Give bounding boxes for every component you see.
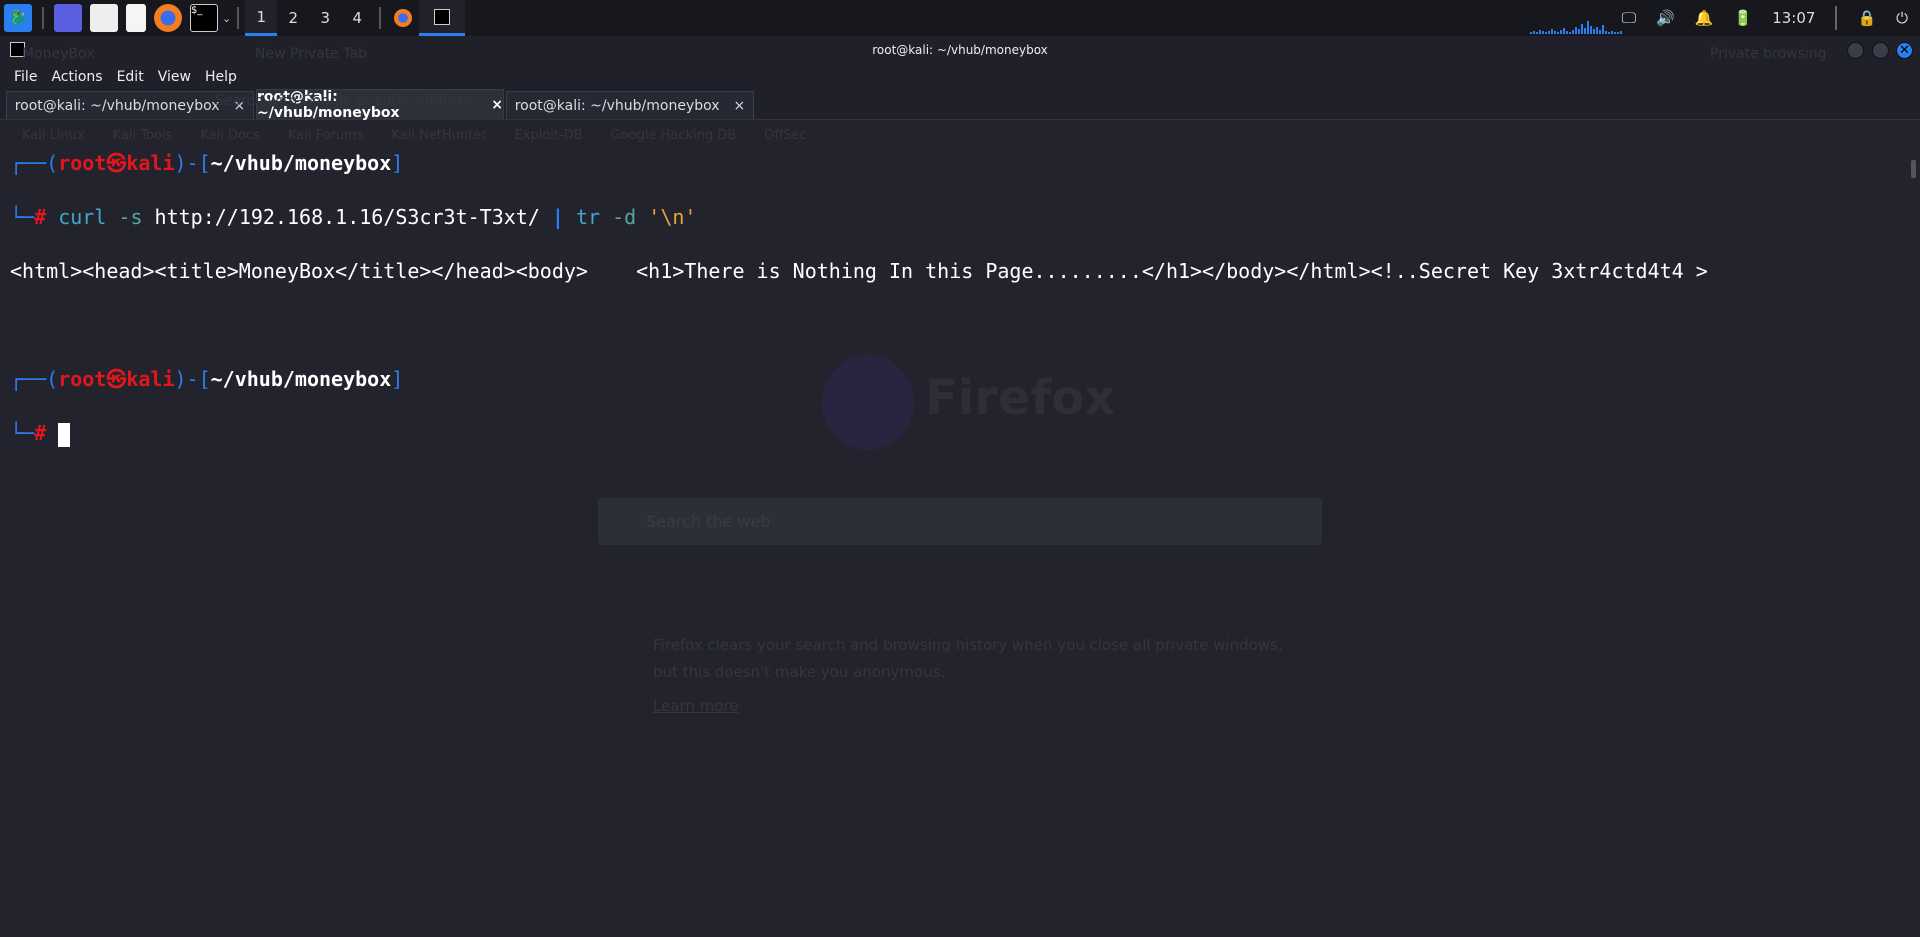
terminal-icon[interactable]: $_	[190, 4, 218, 32]
prompt-frame: )-[	[174, 151, 211, 175]
prompt-frame: )-[	[174, 367, 211, 391]
close-button[interactable]: ✕	[1896, 42, 1913, 59]
divider	[42, 7, 44, 29]
prompt-path: ~/vhub/moneybox	[210, 367, 392, 391]
divider	[237, 7, 240, 29]
prompt-at: ㉿	[106, 151, 127, 175]
prompt-frame: ┌──(	[10, 367, 59, 391]
prompt-host: kali	[126, 151, 175, 175]
prompt-user: root	[58, 151, 107, 175]
minimize-button[interactable]	[1847, 42, 1864, 59]
tab-label: root@kali: ~/vhub/moneybox	[14, 97, 220, 114]
bookmark: Google Hacking DB	[610, 128, 737, 143]
bookmark: Kali Docs	[200, 128, 260, 143]
ghost-private-label: Private browsing	[1710, 46, 1827, 62]
notification-bell-icon[interactable]: 🔔	[1695, 9, 1714, 27]
task-firefox[interactable]	[387, 0, 419, 36]
command-arg: '\n'	[648, 205, 697, 229]
prompt-path: ~/vhub/moneybox	[210, 151, 392, 175]
ghost-learn-more: Learn more	[653, 697, 739, 715]
close-icon[interactable]: ×	[491, 97, 503, 113]
ghost-search-box: Search the web	[598, 498, 1322, 545]
prompt-frame: └─	[10, 205, 35, 229]
prompt-frame: ]	[391, 151, 404, 175]
command-line: └─# curl -s http://192.168.1.16/S3cr3t-T…	[10, 204, 1708, 231]
ghost-address: Search with Google or enter address	[215, 93, 472, 109]
menu-actions[interactable]: Actions	[51, 69, 102, 85]
menu-file[interactable]: File	[14, 69, 37, 85]
lock-icon[interactable]: 🔒	[1857, 9, 1876, 27]
clock[interactable]: 13:07	[1772, 9, 1815, 27]
close-icon[interactable]: ×	[734, 98, 746, 114]
tab-3[interactable]: root@kali: ~/vhub/moneybox ×	[506, 91, 754, 119]
command-output: <html><head><title>MoneyBox</title></hea…	[10, 259, 1708, 283]
terminal-output[interactable]: ┌──(root㉿kali)-[~/vhub/moneybox] └─# cur…	[10, 150, 1708, 447]
prompt-line: ┌──(root㉿kali)-[~/vhub/moneybox]	[10, 150, 1708, 177]
input-line[interactable]: └─#	[10, 420, 1708, 447]
scrollbar[interactable]	[1911, 160, 1916, 178]
bookmark: Kali Tools	[112, 128, 173, 143]
prompt-host: kali	[126, 367, 175, 391]
tab-label: root@kali: ~/vhub/moneybox	[514, 97, 720, 114]
file-manager-icon[interactable]	[90, 4, 118, 32]
command-url: http://192.168.1.16/S3cr3t-T3xt/	[154, 205, 540, 229]
prompt-hash: #	[34, 205, 47, 229]
maximize-button[interactable]	[1872, 42, 1889, 59]
ghost-private-notice: Firefox clears your search and browsing …	[653, 636, 1283, 681]
firefox-icon	[394, 9, 413, 27]
search-placeholder: Search the web	[646, 512, 771, 531]
kali-menu-icon[interactable]: 🐉	[4, 4, 32, 32]
menu-bar: File Actions Edit View Help	[0, 64, 1920, 90]
command-pipe: |	[551, 205, 564, 229]
command: tr	[576, 205, 601, 229]
system-tray: 🖵 🔊 🔔 🔋 13:07 🔒 ⏻	[1622, 0, 1920, 36]
logout-icon[interactable]: ⏻	[1896, 9, 1908, 27]
volume-icon[interactable]: 🔊	[1656, 9, 1675, 27]
workspace-3[interactable]: 3	[309, 0, 341, 36]
prompt-frame: ]	[391, 367, 404, 391]
prompt-hash: #	[34, 421, 47, 445]
desktop-icon[interactable]	[54, 4, 82, 32]
ghost-bookmarks: Kali Linux Kali Tools Kali Docs Kali For…	[22, 128, 807, 143]
bookmark: OffSec	[764, 128, 807, 143]
menu-edit[interactable]: Edit	[117, 69, 144, 85]
taskbar: 🐉 $_ ⌄ 1 2 3 4 🖵 🔊 🔔 🔋 13:07 🔒 ⏻	[0, 0, 1920, 36]
firefox-icon[interactable]	[154, 4, 182, 32]
battery-icon[interactable]: 🔋	[1734, 9, 1753, 27]
workspace-1[interactable]: 1	[245, 0, 278, 36]
divider	[379, 7, 382, 29]
command: curl	[58, 205, 107, 229]
workspace-4[interactable]: 4	[341, 0, 373, 36]
bookmark: Kali Forums	[287, 128, 364, 143]
bookmark: Exploit-DB	[514, 128, 583, 143]
bookmark: Kali NetHunter	[391, 128, 487, 143]
prompt-at: ㉿	[106, 367, 127, 391]
bookmark: Kali Linux	[22, 128, 85, 143]
workspace-2[interactable]: 2	[277, 0, 309, 36]
ghost-tab-moneybox: MoneyBox	[22, 46, 95, 62]
menu-view[interactable]: View	[158, 69, 191, 85]
command-flag: -s	[118, 205, 143, 229]
prompt-line: ┌──(root㉿kali)-[~/vhub/moneybox]	[10, 366, 1708, 393]
text-cursor	[58, 422, 71, 447]
menu-help[interactable]: Help	[205, 69, 237, 85]
network-icon[interactable]: 🖵	[1622, 9, 1636, 27]
text-editor-icon[interactable]	[126, 4, 146, 32]
prompt-frame: └─	[10, 421, 35, 445]
command-flag: -d	[612, 205, 637, 229]
chevron-down-icon[interactable]: ⌄	[222, 12, 231, 25]
ghost-tab-private: New Private Tab	[255, 46, 367, 62]
terminal-icon	[434, 8, 451, 25]
task-terminal[interactable]	[419, 0, 466, 36]
prompt-frame: ┌──(	[10, 151, 59, 175]
prompt-user: root	[58, 367, 107, 391]
divider	[1835, 6, 1838, 30]
